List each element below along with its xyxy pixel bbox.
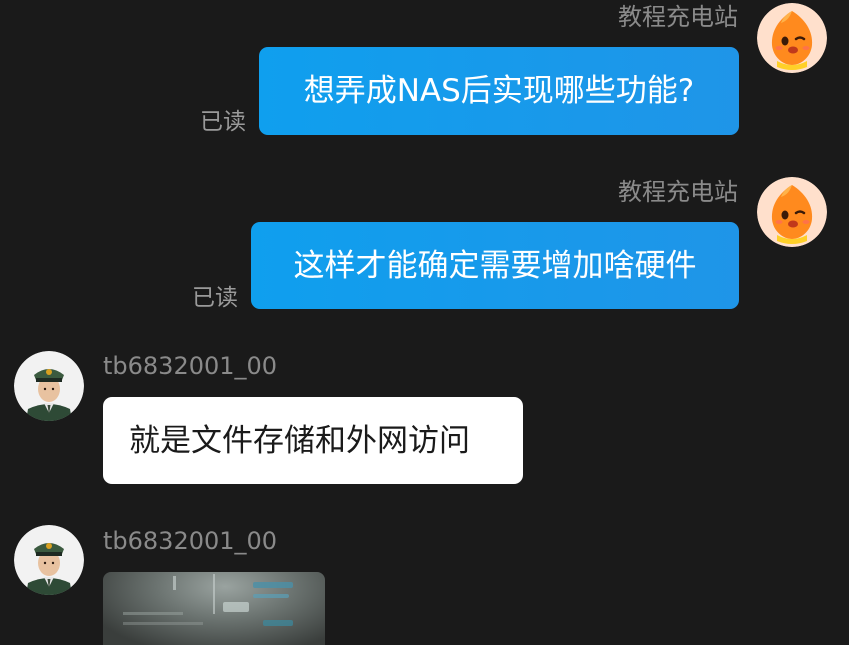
read-status: 已读 <box>200 109 246 135</box>
chat-conversation: 教程充电站 已读 想弄成NAS后实现哪些功能? 教程充电站 已读 这样才能确定需… <box>0 0 849 645</box>
uniform-portrait-icon <box>14 525 84 595</box>
orange-mascot-icon <box>757 177 827 247</box>
sender-name: tb6832001_00 <box>103 352 278 380</box>
orange-mascot-icon <box>757 3 827 73</box>
message-bubble[interactable]: 想弄成NAS后实现哪些功能? <box>259 47 739 135</box>
image-attachment[interactable] <box>103 572 325 645</box>
message-bubble[interactable]: 这样才能确定需要增加啥硬件 <box>251 222 739 309</box>
read-status: 已读 <box>192 285 238 311</box>
sender-name: 教程充电站 <box>618 178 738 206</box>
buyer-avatar[interactable] <box>14 525 84 595</box>
photo-thumbnail-icon <box>123 574 293 626</box>
sender-name: tb6832001_00 <box>103 527 278 555</box>
uniform-portrait-icon <box>14 351 84 421</box>
sender-name: 教程充电站 <box>618 3 738 31</box>
buyer-avatar[interactable] <box>14 351 84 421</box>
message-bubble[interactable]: 就是文件存储和外网访问 <box>103 397 523 484</box>
seller-avatar[interactable] <box>757 177 827 247</box>
seller-avatar[interactable] <box>757 3 827 73</box>
